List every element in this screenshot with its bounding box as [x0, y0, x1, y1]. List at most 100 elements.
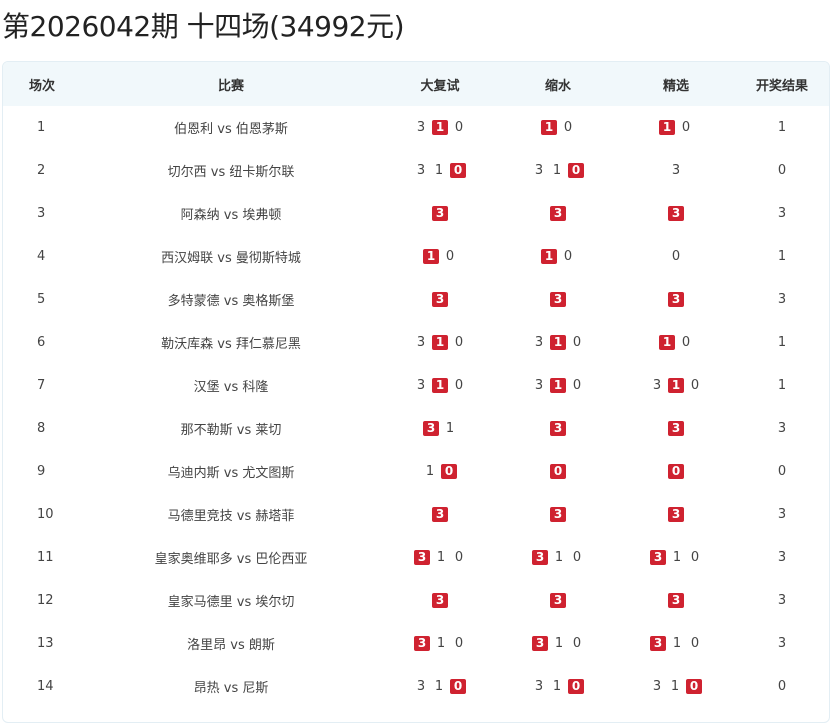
pick-cell-full: 31	[381, 421, 499, 436]
pick-cell-selected: 3	[617, 163, 735, 178]
pick-option: 0	[454, 335, 464, 350]
pick-option: 0	[572, 335, 582, 350]
pick-option: 3	[416, 120, 426, 135]
pick-selected: 3	[550, 593, 566, 608]
pick-option: 0	[563, 120, 573, 135]
pick-option: 3	[416, 163, 426, 178]
pick-cell-reduced: 3	[499, 292, 617, 307]
col-header-result: 开奖结果	[755, 78, 808, 94]
match-name: 马德里竞技 vs 赫塔菲	[167, 509, 295, 524]
pick-selected: 3	[668, 421, 684, 436]
pick-selected: 1	[541, 120, 557, 135]
pick-cell-selected: 310	[617, 550, 735, 565]
pick-option: 0	[454, 120, 464, 135]
pick-option: 0	[572, 636, 582, 651]
table-row: 1 伯恩利 vs 伯恩茅斯 3 1 0 1 0 1 0 1	[3, 106, 829, 149]
pick-option: 1	[434, 163, 444, 178]
pick-selected: 3	[668, 593, 684, 608]
pick-selected: 1	[423, 249, 439, 264]
pick-selected: 3	[668, 507, 684, 522]
row-index: 13	[37, 636, 54, 651]
pick-cell-reduced: 310	[499, 679, 617, 694]
table-row: 5 多特蒙德 vs 奥格斯堡 3 3 3 3	[3, 278, 829, 321]
pick-cell-selected: 0	[617, 249, 735, 264]
pick-cell-reduced: 310	[499, 550, 617, 565]
pick-selected: 3	[550, 421, 566, 436]
pick-selected: 3	[423, 421, 439, 436]
table-row: 6 勒沃库森 vs 拜仁慕尼黑 3 1 0 3 1 0 1 0 1	[3, 321, 829, 364]
pick-selected: 3	[550, 292, 566, 307]
pick-cell-full: 10	[381, 464, 499, 479]
pick-option: 0	[454, 550, 464, 565]
pick-cell-selected: 3	[617, 507, 735, 522]
draw-result: 3	[777, 636, 787, 651]
pick-selected: 3	[414, 550, 430, 565]
pick-option: 3	[416, 335, 426, 350]
pick-selected: 1	[659, 335, 675, 350]
table-row: 2 切尔西 vs 纽卡斯尔联 3 1 0 3 1 0 3 0	[3, 149, 829, 192]
draw-result: 0	[777, 679, 787, 694]
pick-cell-full: 310	[381, 679, 499, 694]
pick-selected: 1	[550, 378, 566, 393]
pick-selected: 1	[432, 120, 448, 135]
pick-selected: 0	[450, 679, 466, 694]
table-row: 3 阿森纳 vs 埃弗顿 3 3 3 3	[3, 192, 829, 235]
table-row: 8 那不勒斯 vs 莱切 3 1 3 3 3	[3, 407, 829, 450]
pick-option: 0	[572, 550, 582, 565]
pick-selected: 0	[668, 464, 684, 479]
match-name: 那不勒斯 vs 莱切	[180, 423, 282, 438]
pick-cell-selected: 0	[617, 464, 735, 479]
pick-selected: 0	[450, 163, 466, 178]
row-index: 1	[37, 120, 46, 135]
pick-option: 1	[552, 679, 562, 694]
draw-result: 1	[777, 335, 787, 350]
pick-selected: 3	[650, 636, 666, 651]
pick-cell-selected: 310	[617, 679, 735, 694]
pick-selected: 3	[432, 292, 448, 307]
pick-cell-full: 310	[381, 378, 499, 393]
draw-result: 1	[777, 378, 787, 393]
pick-selected: 0	[686, 679, 702, 694]
row-index: 10	[37, 507, 54, 522]
match-name: 洛里昂 vs 朗斯	[187, 638, 275, 653]
pick-option: 3	[534, 679, 544, 694]
pick-option: 3	[652, 679, 662, 694]
row-index: 8	[37, 421, 46, 436]
row-index: 7	[37, 378, 46, 393]
table-row: 4 西汉姆联 vs 曼彻斯特城 1 0 1 0 0 1	[3, 235, 829, 278]
table-row: 12 皇家马德里 vs 埃尔切 3 3 3 3	[3, 579, 829, 622]
pick-option: 1	[436, 550, 446, 565]
pick-selected: 3	[668, 292, 684, 307]
row-index: 9	[37, 464, 46, 479]
pick-cell-full: 3	[381, 593, 499, 608]
pick-cell-full: 3	[381, 292, 499, 307]
pick-selected: 1	[432, 335, 448, 350]
pick-cell-full: 310	[381, 120, 499, 135]
pick-selected: 3	[532, 636, 548, 651]
draw-result: 3	[777, 292, 787, 307]
pick-cell-reduced: 10	[499, 249, 617, 264]
pick-selected: 3	[650, 550, 666, 565]
pick-cell-selected: 310	[617, 636, 735, 651]
draw-result: 3	[777, 206, 787, 221]
pick-selected: 0	[550, 464, 566, 479]
pick-selected: 1	[550, 335, 566, 350]
pick-option: 0	[671, 249, 681, 264]
col-header-full: 大复试	[420, 78, 460, 94]
row-index: 11	[37, 550, 54, 565]
pick-cell-selected: 310	[617, 378, 735, 393]
match-name: 乌迪内斯 vs 尤文图斯	[167, 466, 295, 481]
pick-selected: 1	[432, 378, 448, 393]
pick-option: 3	[416, 679, 426, 694]
draw-result: 1	[777, 120, 787, 135]
pick-cell-full: 3	[381, 206, 499, 221]
pick-cell-selected: 3	[617, 593, 735, 608]
pick-option: 1	[445, 421, 455, 436]
match-name: 阿森纳 vs 埃弗顿	[180, 208, 282, 223]
pick-cell-reduced: 3	[499, 507, 617, 522]
pick-cell-reduced: 3	[499, 206, 617, 221]
page-title: 第2026042期 十四场(34992元)	[2, 10, 405, 43]
draw-result: 3	[777, 550, 787, 565]
pick-cell-full: 10	[381, 249, 499, 264]
pick-option: 1	[434, 679, 444, 694]
